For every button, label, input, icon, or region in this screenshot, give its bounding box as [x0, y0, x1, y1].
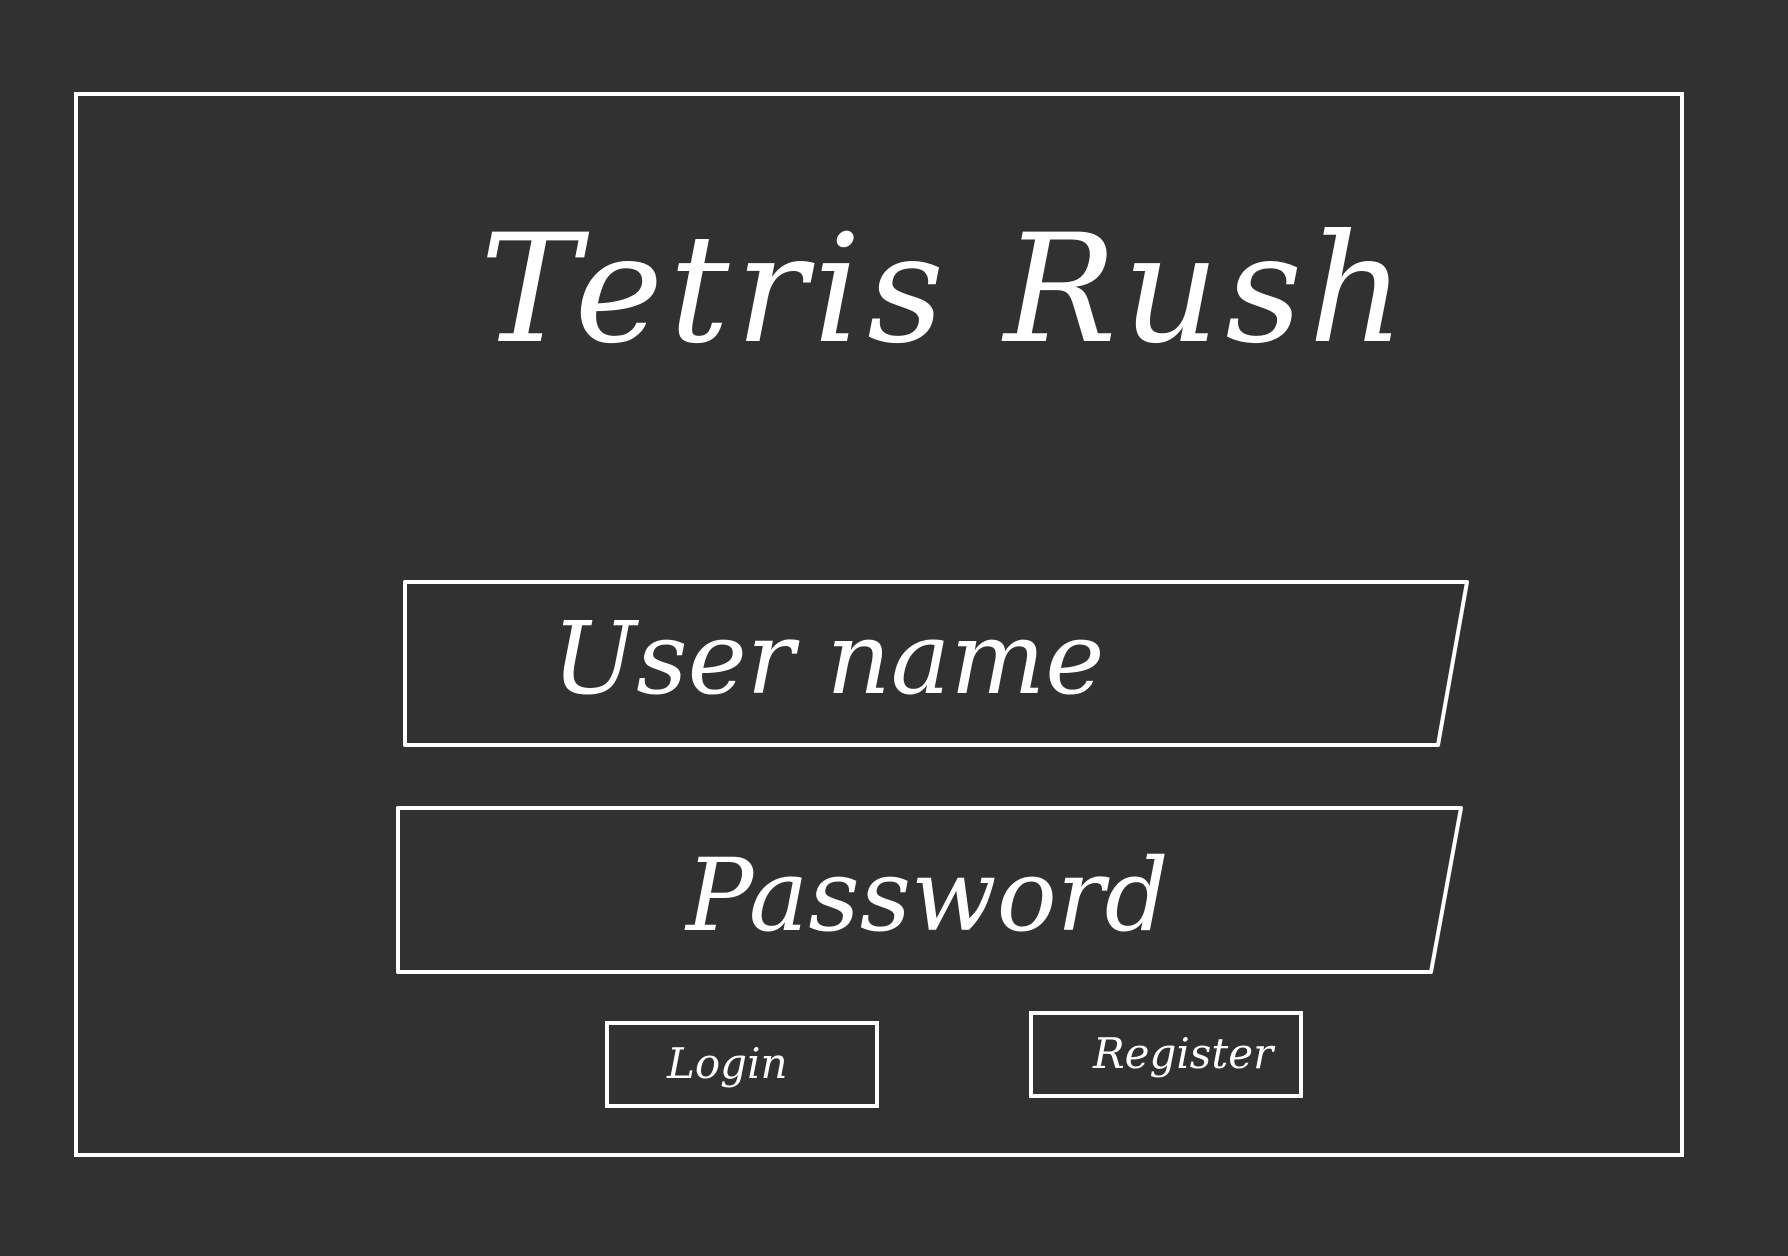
register-button[interactable]: Register: [1029, 1011, 1303, 1098]
app-title: Tetris Rush: [480, 203, 1411, 377]
password-placeholder: Password: [686, 837, 1169, 954]
register-button-label: Register: [1093, 1029, 1274, 1078]
password-field[interactable]: Password: [396, 806, 1461, 974]
username-placeholder: User name: [552, 600, 1105, 717]
username-field[interactable]: User name: [402, 579, 1467, 747]
login-button[interactable]: Login: [605, 1021, 879, 1108]
login-button-label: Login: [667, 1039, 788, 1088]
